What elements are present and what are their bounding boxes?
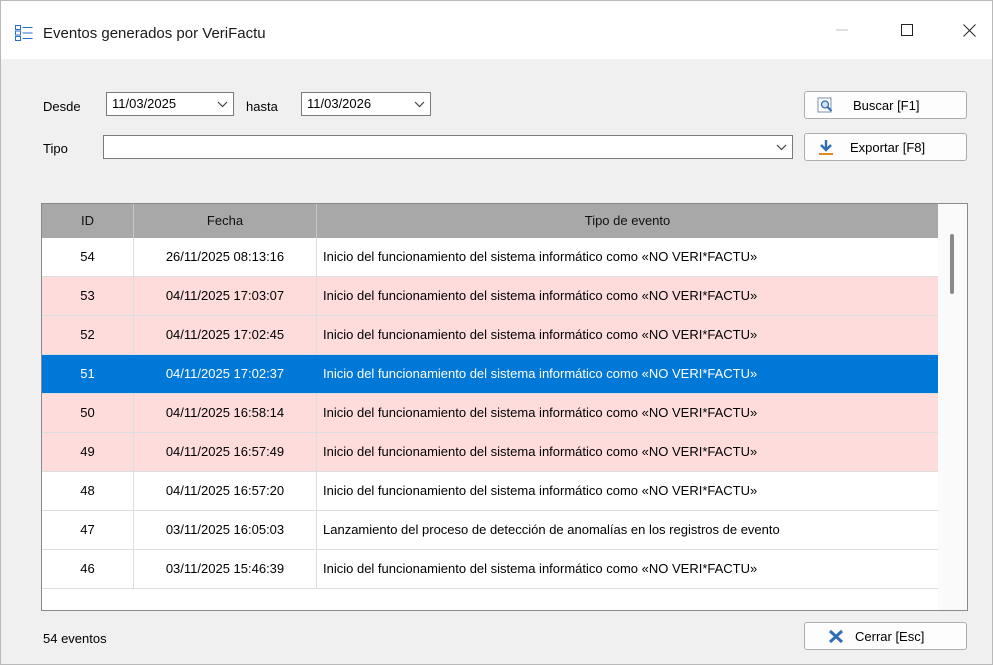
cell-id: 50 (42, 394, 134, 432)
desde-label: Desde (43, 99, 81, 114)
tipo-label: Tipo (43, 141, 68, 156)
grid-header: ID Fecha Tipo de evento (42, 204, 938, 238)
cell-id: 48 (42, 472, 134, 510)
cell-tipo: Inicio del funcionamiento del sistema in… (323, 483, 758, 498)
cell-tipo: Inicio del funcionamiento del sistema in… (323, 405, 758, 420)
events-grid[interactable]: ID Fecha Tipo de evento 54 26/11/2025 08:… (41, 203, 968, 611)
list-view-icon (15, 25, 33, 41)
table-row[interactable]: 50 04/11/2025 16:58:14 Inicio del funciona… (42, 394, 938, 433)
cell-fecha: 04/11/2025 17:03:07 (134, 277, 317, 315)
vertical-scrollbar[interactable] (938, 204, 967, 610)
buscar-label: Buscar [F1] (853, 98, 920, 113)
table-row[interactable]: 47 03/11/2025 16:05:03 Lanzamiento del pro… (42, 511, 938, 550)
chevron-down-icon (217, 101, 228, 108)
cell-id: 54 (42, 238, 134, 276)
chevron-down-icon (776, 144, 787, 151)
minimize-icon (836, 29, 848, 31)
desde-value: 11/03/2025 (112, 96, 177, 111)
cell-id: 51 (42, 355, 134, 393)
magnifier-icon (817, 97, 833, 113)
table-row[interactable]: 48 04/11/2025 16:57:20 Inicio del funciona… (42, 472, 938, 511)
table-row[interactable]: 49 04/11/2025 16:57:49 Inicio del funciona… (42, 433, 938, 472)
minimize-button[interactable] (819, 1, 865, 59)
maximize-button[interactable] (884, 1, 930, 59)
cell-tipo: Lanzamiento del proceso de detección de … (323, 522, 780, 537)
cell-tipo: Inicio del funcionamiento del sistema in… (323, 561, 758, 576)
cell-tipo: Inicio del funcionamiento del sistema in… (323, 249, 758, 264)
cell-id: 49 (42, 433, 134, 471)
cell-fecha: 04/11/2025 17:02:37 (134, 355, 317, 393)
cell-fecha: 04/11/2025 16:57:20 (134, 472, 317, 510)
table-row[interactable]: 46 03/11/2025 15:46:39 Inicio del funciona… (42, 550, 938, 589)
cell-fecha: 04/11/2025 17:02:45 (134, 316, 317, 354)
exportar-label: Exportar [F8] (850, 140, 926, 155)
cell-fecha: 04/11/2025 16:57:49 (134, 433, 317, 471)
title-bar[interactable]: Eventos generados por VeriFactu (1, 1, 992, 59)
close-x-icon (828, 629, 844, 644)
chevron-down-icon (414, 101, 425, 108)
desde-date-picker[interactable]: 11/03/2025 (106, 92, 234, 116)
cell-fecha: 26/11/2025 08:13:16 (134, 238, 317, 276)
exportar-button[interactable]: Exportar [F8] (804, 133, 967, 161)
hasta-value: 11/03/2026 (307, 96, 372, 111)
hasta-date-picker[interactable]: 11/03/2026 (301, 92, 431, 116)
tipo-select[interactable] (103, 135, 793, 159)
cell-tipo: Inicio del funcionamiento del sistema in… (323, 327, 758, 342)
table-row[interactable]: 53 04/11/2025 17:03:07 Inicio del funciona… (42, 277, 938, 316)
client-area: Desde 11/03/2025 hasta 11/03/2026 Tipo B… (1, 59, 992, 664)
cell-fecha: 03/11/2025 15:46:39 (134, 550, 317, 588)
maximize-icon (901, 24, 913, 36)
column-header-id[interactable]: ID (42, 204, 134, 238)
cell-fecha: 03/11/2025 16:05:03 (134, 511, 317, 549)
column-header-fecha[interactable]: Fecha (134, 204, 317, 238)
window-title: Eventos generados por VeriFactu (43, 25, 266, 42)
cell-tipo: Inicio del funcionamiento del sistema in… (323, 444, 758, 459)
table-row[interactable]: 52 04/11/2025 17:02:45 Inicio del funciona… (42, 316, 938, 355)
table-row[interactable]: 54 26/11/2025 08:13:16 Inicio del funciona… (42, 238, 938, 277)
column-header-tipo[interactable]: Tipo de evento (317, 204, 938, 238)
cerrar-button[interactable]: Cerrar [Esc] (804, 622, 967, 650)
cell-fecha: 04/11/2025 16:58:14 (134, 394, 317, 432)
scrollbar-thumb[interactable] (950, 234, 954, 294)
download-arrow-icon (819, 140, 833, 155)
close-window-button[interactable] (946, 1, 992, 59)
hasta-label: hasta (246, 99, 278, 114)
cerrar-label: Cerrar [Esc] (855, 629, 925, 644)
table-row[interactable]: 51 04/11/2025 17:02:37 Inicio del funciona… (42, 355, 938, 394)
event-count: 54 eventos (43, 631, 107, 646)
close-icon (962, 23, 976, 37)
cell-id: 52 (42, 316, 134, 354)
cell-id: 47 (42, 511, 134, 549)
cell-id: 46 (42, 550, 134, 588)
cell-tipo: Inicio del funcionamiento del sistema in… (323, 288, 758, 303)
buscar-button[interactable]: Buscar [F1] (804, 91, 967, 119)
cell-tipo: Inicio del funcionamiento del sistema in… (323, 366, 758, 381)
main-window: Eventos generados por VeriFactu Desde 11… (0, 0, 993, 665)
cell-id: 53 (42, 277, 134, 315)
